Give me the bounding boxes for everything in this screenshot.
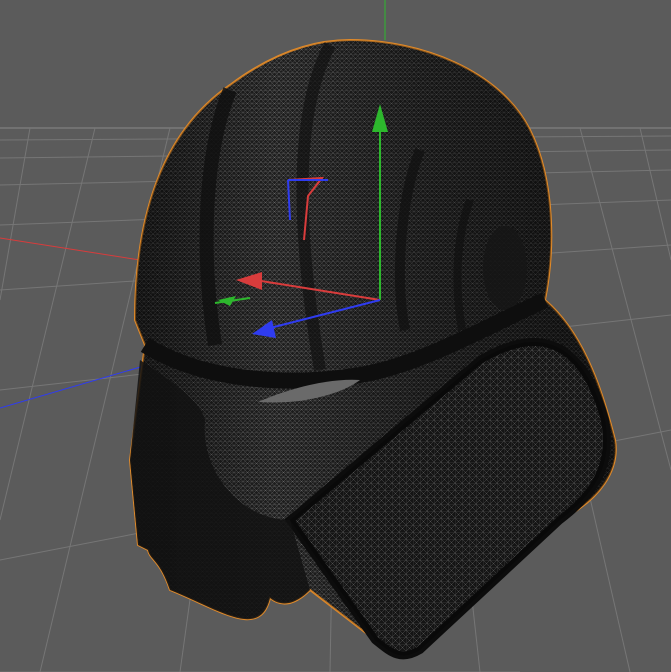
3d-viewport[interactable] <box>0 0 671 672</box>
viewport-canvas[interactable] <box>0 0 671 672</box>
world-x-axis <box>0 237 141 261</box>
helmet-mesh[interactable] <box>128 38 617 660</box>
